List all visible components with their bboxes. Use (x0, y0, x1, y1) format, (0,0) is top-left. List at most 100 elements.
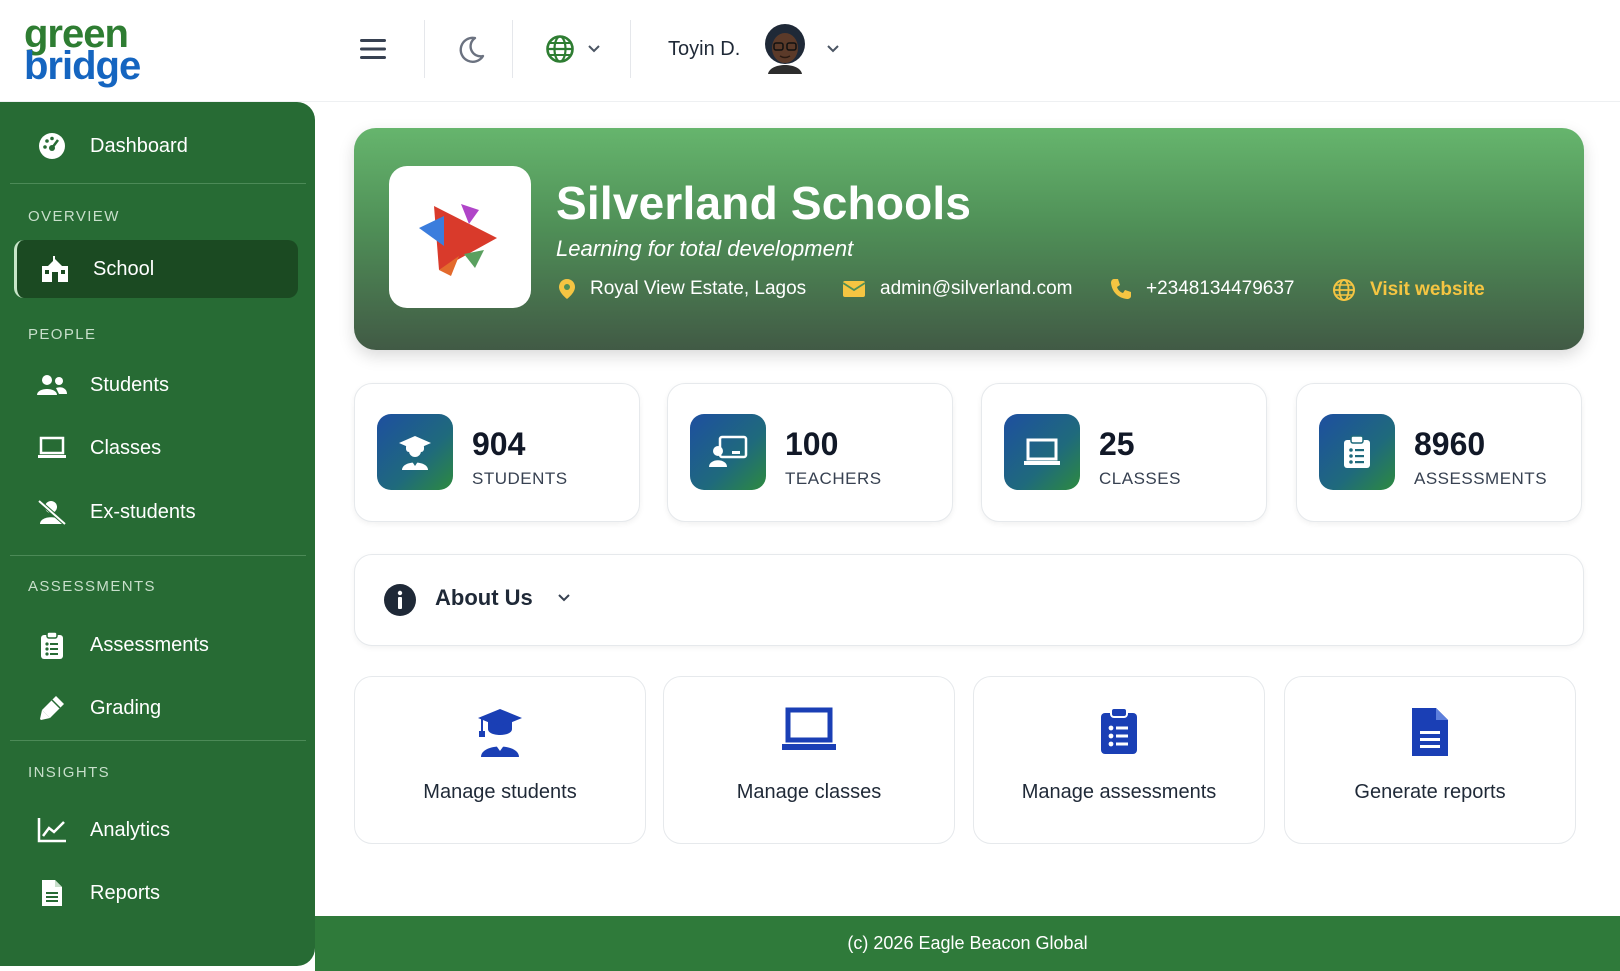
school-building-icon (37, 256, 73, 282)
document-icon (1285, 707, 1575, 757)
top-bar: green bridge Toyin D. (0, 0, 1620, 102)
school-email[interactable]: admin@silverland.com (842, 278, 1072, 300)
header-divider (630, 20, 631, 78)
about-us-accordion[interactable]: About Us (354, 554, 1584, 646)
users-icon (34, 373, 70, 397)
sidebar-section-people: PEOPLE (28, 326, 97, 343)
phone-icon (1110, 278, 1132, 300)
theme-toggle-button[interactable] (446, 24, 496, 74)
map-pin-icon (558, 278, 576, 300)
sidebar-item-classes[interactable]: Classes (14, 419, 298, 477)
chevron-down-icon[interactable] (826, 44, 840, 54)
graduate-icon (355, 707, 645, 757)
app-logo[interactable]: green bridge (24, 12, 154, 88)
laptop-icon (1004, 414, 1080, 490)
header-divider (424, 20, 425, 78)
sidebar-divider (10, 555, 306, 556)
action-label: Manage classes (736, 781, 882, 803)
sidebar-item-assessments[interactable]: Assessments (14, 616, 298, 674)
stat-value: 100 (785, 426, 839, 462)
email-text: admin@silverland.com (880, 278, 1073, 299)
clipboard-icon (1319, 414, 1395, 490)
chevron-down-icon (588, 45, 600, 53)
stat-label: ASSESSMENTS (1414, 469, 1548, 488)
document-icon (34, 879, 70, 907)
sidebar-item-label: Students (90, 373, 169, 396)
header-divider (512, 20, 513, 78)
globe-icon (546, 35, 574, 63)
avatar[interactable] (760, 22, 810, 74)
sidebar-item-grading[interactable]: Grading (14, 679, 298, 737)
sidebar-item-dashboard[interactable]: Dashboard (14, 117, 298, 175)
school-logo (389, 166, 531, 308)
sidebar-section-insights: INSIGHTS (28, 764, 111, 781)
school-tagline: Learning for total development (556, 236, 854, 261)
stat-value: 8960 (1414, 426, 1486, 462)
visit-website-label: Visit website (1370, 279, 1485, 300)
language-select[interactable] (538, 24, 608, 74)
address-text: Royal View Estate, Lagos (590, 278, 807, 299)
footer: (c) 2026 Eagle Beacon Global (315, 916, 1620, 971)
laptop-icon (664, 707, 954, 753)
generate-reports-card[interactable]: Generate reports (1284, 676, 1576, 844)
sidebar-item-label: Grading (90, 696, 162, 719)
sidebar-item-label: Assessments (90, 633, 209, 656)
sidebar-item-label: Reports (90, 881, 161, 904)
about-us-label: About Us (435, 585, 533, 610)
sidebar-divider (10, 183, 306, 184)
sidebar-section-overview: OVERVIEW (28, 208, 120, 225)
clipboard-icon (974, 707, 1264, 755)
sidebar-item-students[interactable]: Students (14, 356, 298, 414)
sidebar-item-ex-students[interactable]: Ex-students (14, 483, 298, 541)
action-label: Generate reports (1354, 781, 1506, 803)
menu-toggle-button[interactable] (352, 24, 394, 74)
stat-card-students[interactable]: 904 STUDENTS (354, 383, 640, 522)
phone-text: +2348134479637 (1146, 278, 1295, 299)
copyright-text: (c) 2026 Eagle Beacon Global (847, 933, 1088, 953)
teacher-icon (690, 414, 766, 490)
user-name[interactable]: Toyin D. (668, 38, 740, 61)
manage-students-card[interactable]: Manage students (354, 676, 646, 844)
school-phone[interactable]: +2348134479637 (1110, 278, 1294, 300)
moon-icon (459, 36, 485, 63)
sidebar-divider (10, 740, 306, 741)
graduate-icon (377, 414, 453, 490)
sidebar-item-analytics[interactable]: Analytics (14, 801, 298, 859)
info-icon (384, 584, 416, 616)
sidebar-item-label: Classes (90, 436, 162, 459)
logo-line-bridge: bridge (24, 44, 141, 88)
stat-value: 25 (1099, 426, 1135, 462)
stat-card-teachers[interactable]: 100 TEACHERS (667, 383, 953, 522)
manage-assessments-card[interactable]: Manage assessments (973, 676, 1265, 844)
globe-icon (1332, 278, 1356, 302)
hamburger-icon (360, 39, 386, 59)
sidebar-section-assessments: ASSESSMENTS (28, 578, 156, 595)
school-name: Silverland Schools (556, 177, 972, 229)
laptop-icon (34, 436, 70, 460)
action-label: Manage assessments (1021, 781, 1217, 803)
chevron-down-icon (558, 594, 570, 602)
envelope-icon (842, 280, 866, 298)
stat-label: TEACHERS (785, 469, 882, 488)
school-banner: Silverland Schools Learning for total de… (354, 128, 1584, 350)
stat-value: 904 (472, 426, 526, 462)
visit-website-link[interactable]: Visit website (1332, 278, 1485, 302)
sidebar-item-reports[interactable]: Reports (14, 864, 298, 922)
stat-card-assessments[interactable]: 8960 ASSESSMENTS (1296, 383, 1582, 522)
sidebar-item-label: Ex-students (90, 500, 196, 523)
manage-classes-card[interactable]: Manage classes (663, 676, 955, 844)
stat-card-classes[interactable]: 25 CLASSES (981, 383, 1267, 522)
sidebar-item-school[interactable]: School (14, 240, 298, 298)
dashboard-gauge-icon (34, 132, 70, 160)
stat-label: STUDENTS (472, 469, 568, 488)
sidebar-item-label: School (93, 257, 155, 280)
sidebar-item-label: Dashboard (90, 134, 188, 157)
action-label: Manage students (423, 781, 577, 803)
stat-label: CLASSES (1099, 469, 1181, 488)
sidebar: Dashboard OVERVIEW School PEOPLE Student… (0, 102, 315, 966)
sidebar-item-label: Analytics (90, 818, 171, 841)
marker-pen-icon (34, 694, 70, 722)
user-slash-icon (34, 499, 70, 525)
clipboard-list-icon (34, 631, 70, 659)
line-chart-icon (34, 817, 70, 843)
